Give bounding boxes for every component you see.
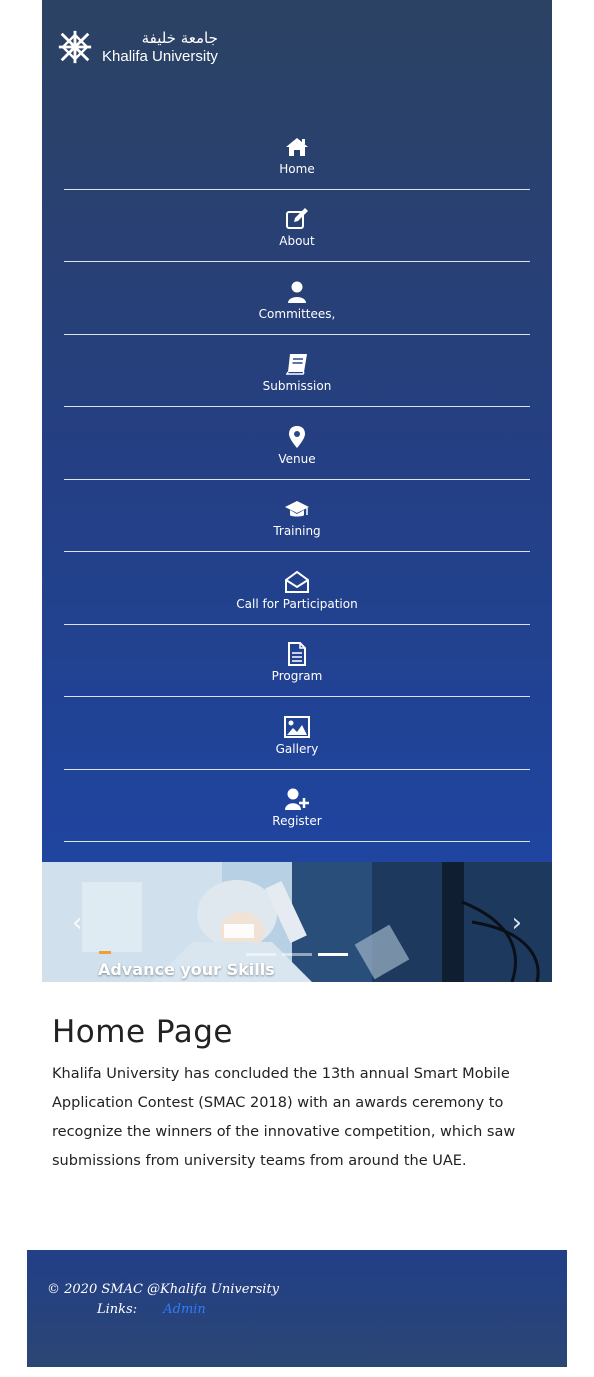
nav-label-call-for-participation: Call for Participation <box>236 596 358 611</box>
nav-item-submission[interactable]: Submission <box>64 335 530 407</box>
caption-accent-bar <box>99 951 111 954</box>
nav-label-about: About <box>279 234 315 248</box>
nav-label-program: Program <box>271 669 323 683</box>
user-plus-icon <box>285 788 309 810</box>
graduation-cap-icon <box>285 501 309 517</box>
carousel-indicator-3[interactable] <box>318 953 348 956</box>
nav-label-gallery: Gallery <box>275 741 319 756</box>
carousel-caption: Advance your Skills <box>98 960 275 979</box>
khalifa-university-logo[interactable]: جامعة خليفة Khalifa University <box>56 26 218 68</box>
carousel-indicator-2[interactable] <box>282 953 312 956</box>
map-marker-icon <box>289 425 305 448</box>
nav-label-home: Home <box>279 161 315 176</box>
envelope-open-icon <box>285 570 309 593</box>
user-icon <box>288 281 306 303</box>
header-nav-panel: جامعة خليفة Khalifa University Home Abou… <box>42 0 552 862</box>
carousel-prev-button[interactable]: ‹ <box>72 910 82 936</box>
logo-latin-text: Khalifa University <box>102 47 218 65</box>
carousel-indicators <box>246 953 348 956</box>
nav-label-committees: Committees, <box>258 306 336 321</box>
nav-label-register: Register <box>272 814 322 828</box>
page-title: Home Page <box>52 1014 233 1050</box>
nav-item-training[interactable]: Training <box>64 480 530 552</box>
nav-item-venue[interactable]: Venue <box>64 407 530 480</box>
nav-item-home[interactable]: Home <box>64 117 530 190</box>
footer: © 2020 SMAC @Khalifa University Links: A… <box>27 1250 567 1367</box>
document-icon <box>288 642 306 666</box>
page-body-text: Khalifa University has concluded the 13t… <box>52 1066 516 1169</box>
carousel-next-button[interactable]: › <box>512 910 522 936</box>
book-icon <box>285 354 307 375</box>
nav-item-committees[interactable]: Committees, <box>64 262 530 335</box>
nav-item-call-for-participation[interactable]: Call for Participation <box>64 552 530 625</box>
main-nav: Home About Committees, Submission Venue … <box>64 117 530 842</box>
admin-link[interactable]: Admin <box>163 1302 206 1317</box>
nav-item-gallery[interactable]: Gallery <box>64 697 530 770</box>
footer-copyright: © 2020 SMAC @Khalifa University <box>47 1282 280 1297</box>
hero-carousel[interactable]: ‹ › Advance your Skills <box>42 862 552 982</box>
nav-label-venue: Venue <box>278 451 316 466</box>
nav-item-register[interactable]: Register <box>64 770 530 842</box>
nav-item-about[interactable]: About <box>64 190 530 262</box>
footer-links: Links: Admin <box>97 1302 206 1317</box>
nav-label-training: Training <box>273 524 321 538</box>
logo-mark-icon <box>58 30 92 64</box>
carousel-indicator-1[interactable] <box>246 953 276 956</box>
nav-item-program[interactable]: Program <box>64 625 530 697</box>
edit-icon <box>286 208 308 229</box>
nav-label-submission: Submission <box>262 379 332 393</box>
footer-links-label: Links: <box>97 1302 138 1317</box>
logo-arabic-text: جامعة خليفة <box>141 28 218 47</box>
home-icon <box>286 137 308 156</box>
image-icon <box>284 715 310 738</box>
